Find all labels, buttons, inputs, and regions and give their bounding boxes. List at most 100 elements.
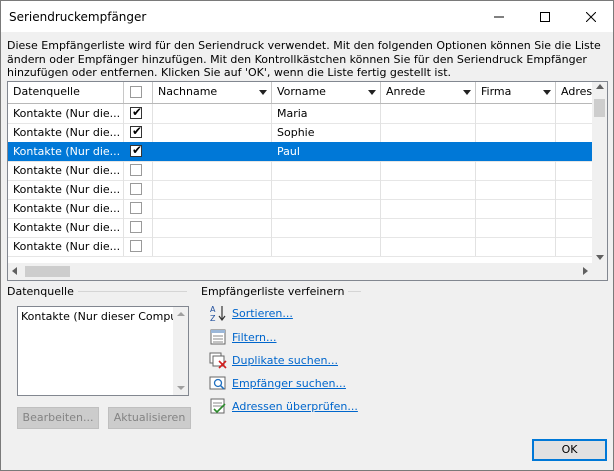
column-header-datenquelle[interactable]: Datenquelle — [8, 82, 124, 103]
datasource-group-label: Datenquelle — [7, 285, 78, 298]
cell-firma — [476, 180, 556, 199]
column-header-label: Vorname — [277, 85, 326, 98]
maximize-icon — [540, 11, 550, 22]
table-row[interactable]: Kontakte (Nur die... — [8, 161, 593, 181]
sort-az-icon: A Z — [210, 305, 226, 322]
row-checkbox[interactable]: ✔ — [130, 143, 143, 157]
dropdown-arrow-icon[interactable] — [259, 90, 267, 95]
row-checkbox[interactable] — [130, 183, 142, 195]
cell-firma — [476, 123, 556, 142]
column-header-select-all[interactable] — [124, 82, 153, 103]
cell-nachname — [153, 161, 272, 180]
cell-anrede — [381, 218, 476, 237]
table-row[interactable]: Kontakte (Nur die... — [8, 180, 593, 200]
dropdown-arrow-icon[interactable] — [543, 90, 551, 95]
cell-firma — [476, 218, 556, 237]
cell-vorname: Paul — [272, 142, 381, 161]
cell-source: Kontakte (Nur die... — [8, 104, 124, 123]
duplicates-link[interactable]: Duplikate suchen... — [232, 354, 338, 367]
cell-firma — [476, 199, 556, 218]
checkmark-icon: ✔ — [132, 143, 143, 157]
svg-text:Z: Z — [210, 314, 216, 322]
cell-source: Kontakte (Nur die... — [8, 218, 124, 237]
find-recipient-link[interactable]: Empfänger suchen... — [232, 377, 346, 390]
ok-button[interactable]: OK — [532, 439, 607, 461]
scroll-up-icon[interactable] — [596, 84, 604, 89]
scroll-thumb[interactable] — [594, 99, 605, 117]
cell-adresse — [556, 142, 593, 161]
dropdown-arrow-icon[interactable] — [368, 90, 376, 95]
cell-anrede — [381, 104, 476, 123]
cell-checkbox: ✔ — [124, 142, 153, 161]
row-checkbox[interactable] — [130, 240, 142, 252]
description-text: Diese Empfängerliste wird für den Serien… — [7, 39, 601, 79]
cell-anrede — [381, 199, 476, 218]
cell-firma — [476, 237, 556, 256]
cell-checkbox: ✔ — [124, 104, 153, 123]
datasource-scrollbar[interactable] — [173, 307, 188, 395]
title-bar: Seriendruckempfänger — [1, 1, 613, 32]
refresh-button[interactable]: Aktualisieren — [108, 407, 191, 429]
close-button[interactable] — [569, 1, 613, 32]
scroll-down-icon[interactable] — [596, 255, 604, 260]
cell-checkbox: ✔ — [124, 123, 153, 142]
column-header-adresse[interactable]: Adress — [556, 82, 596, 103]
table-row[interactable]: Kontakte (Nur die... — [8, 237, 593, 257]
minimize-button[interactable] — [477, 1, 521, 32]
sort-link[interactable]: Sortieren... — [232, 307, 293, 320]
edit-button[interactable]: Bearbeiten... — [17, 407, 99, 429]
duplicates-link-row[interactable]: Duplikate suchen... — [209, 350, 338, 370]
column-header-firma[interactable]: Firma — [476, 82, 556, 103]
column-header-nachname[interactable]: Nachname — [153, 82, 272, 103]
horizontal-scrollbar[interactable] — [8, 263, 592, 280]
find-recipient-link-row[interactable]: Empfänger suchen... — [209, 373, 346, 393]
recipient-grid[interactable]: Datenquelle Nachname Vorname Anrede Firm… — [7, 81, 608, 281]
validate-addresses-link[interactable]: Adressen überprüfen... — [232, 400, 358, 413]
scroll-up-icon[interactable] — [177, 312, 185, 316]
sort-link-row[interactable]: A Z Sortieren... — [209, 303, 293, 323]
row-checkbox[interactable] — [130, 164, 142, 176]
svg-text:A: A — [210, 305, 216, 314]
cell-adresse — [556, 180, 593, 199]
find-recipient-icon — [209, 376, 226, 390]
scroll-thumb[interactable] — [25, 266, 70, 277]
dropdown-arrow-icon[interactable] — [463, 90, 471, 95]
cell-nachname — [153, 218, 272, 237]
filter-link-row[interactable]: Filtern... — [209, 327, 277, 347]
table-row[interactable]: Kontakte (Nur die... — [8, 218, 593, 238]
datasource-item[interactable]: Kontakte (Nur dieser Computer) — [21, 310, 173, 323]
table-row[interactable]: Kontakte (Nur die... ✔ Sophie — [8, 123, 593, 143]
scroll-down-icon[interactable] — [177, 386, 185, 390]
duplicates-icon — [209, 352, 227, 369]
filter-link[interactable]: Filtern... — [232, 331, 277, 344]
cell-firma — [476, 104, 556, 123]
scroll-right-icon[interactable] — [583, 267, 588, 275]
validate-addresses-link-row[interactable]: Adressen überprüfen... — [209, 396, 358, 416]
cell-nachname — [153, 123, 272, 142]
row-checkbox[interactable] — [130, 202, 142, 214]
cell-vorname — [272, 180, 381, 199]
table-row[interactable]: Kontakte (Nur die... ✔ Maria — [8, 104, 593, 124]
table-row[interactable]: Kontakte (Nur die... ✔ Paul — [8, 142, 593, 162]
cell-anrede — [381, 180, 476, 199]
dialog-window: Seriendruckempfänger Diese Empfängerlist… — [0, 0, 614, 471]
cell-anrede — [381, 142, 476, 161]
column-header-vorname[interactable]: Vorname — [272, 82, 381, 103]
cell-adresse — [556, 218, 593, 237]
row-checkbox[interactable] — [130, 221, 142, 233]
datasource-list[interactable]: Kontakte (Nur dieser Computer) — [17, 306, 189, 396]
column-header-anrede[interactable]: Anrede — [381, 82, 476, 103]
vertical-scrollbar[interactable] — [592, 82, 607, 263]
table-row[interactable]: Kontakte (Nur die... — [8, 199, 593, 219]
cell-source: Kontakte (Nur die... — [8, 123, 124, 142]
cell-nachname — [153, 142, 272, 161]
scroll-left-icon[interactable] — [12, 267, 17, 275]
row-checkbox[interactable]: ✔ — [130, 124, 142, 138]
row-checkbox[interactable]: ✔ — [130, 105, 142, 119]
cell-firma — [476, 161, 556, 180]
maximize-button[interactable] — [523, 1, 567, 32]
select-all-checkbox[interactable] — [130, 86, 142, 98]
refine-group-label: Empfängerliste verfeinern — [201, 285, 349, 298]
cell-nachname — [153, 104, 272, 123]
column-header-label: Adress — [561, 85, 596, 98]
